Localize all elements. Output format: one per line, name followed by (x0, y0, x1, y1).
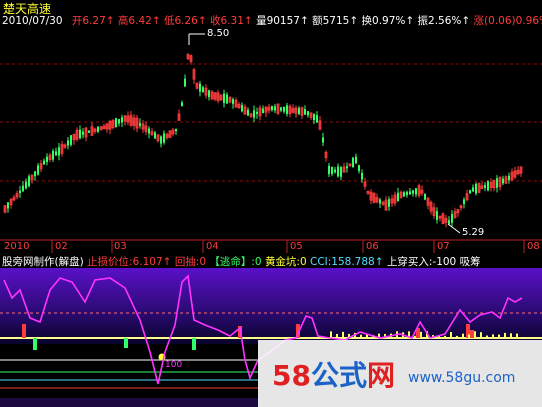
change-pct: 0.96% (515, 15, 542, 27)
turnover-label: 换 (361, 15, 373, 27)
date-tick: 07 (437, 241, 450, 252)
cci-value: CCI:158.788 (310, 256, 375, 268)
low-annotation: 5.29 (462, 227, 485, 238)
change-value: (0.06) (484, 15, 516, 27)
turnover-value: 0.97% (372, 15, 406, 27)
indicator-volume-tick (468, 334, 470, 338)
indicator-volume-tick (330, 331, 332, 338)
watermark-logo: 58公式网 (272, 359, 395, 392)
high-annotation: 8.50 (207, 28, 230, 39)
date-tick: 08 (527, 241, 540, 252)
indicator-title: 股旁网制作(解盘) (2, 256, 84, 268)
indicator-volume-tick (498, 334, 500, 338)
low-label: 低 (163, 15, 175, 27)
date-tick: 03 (114, 241, 127, 252)
date-tick: 02 (55, 241, 68, 252)
watermark: 58公式网 www.58gu.com (258, 340, 542, 407)
golden-pit-value: 黄金坑:0 (264, 256, 307, 268)
amplitude-value: 2.56% (428, 15, 462, 27)
amount-label: 额 (312, 15, 323, 27)
indicator-volume-tick (342, 331, 344, 338)
pullback-value: 回抽:0 (174, 256, 207, 268)
indicator-volume-tick (516, 333, 518, 338)
indicator-lower-band (0, 398, 260, 407)
date-tick: 04 (206, 241, 219, 252)
date-tick: 06 (366, 241, 379, 252)
indicator-volume-tick (486, 335, 488, 338)
indicator-signal-bar (22, 324, 26, 338)
indicator-volume-tick (456, 335, 458, 338)
indicator-info-bar: 股旁网制作(解盘) 止损价位:6.107↑ 回抽:0 【逃命】:0 黄金坑:0 … (2, 256, 481, 268)
indicator-volume-tick (492, 334, 494, 338)
indicator-volume-tick (414, 335, 416, 338)
indicator-point-label: 100 (165, 360, 183, 370)
escape-value: 【逃命】:0 (209, 256, 262, 268)
indicator-volume-tick (510, 333, 512, 338)
indicator-volume-tick (444, 335, 446, 338)
quote-info-bar: 2010/07/30 开6.27↑ 高6.42↑ 低6.26↑ 收6.31↑ 量… (2, 14, 542, 28)
close-label: 收 (210, 15, 221, 27)
amount-value: 5715 (322, 15, 350, 27)
indicator-volume-tick (462, 333, 464, 338)
low-value: 6.26 (174, 15, 198, 27)
watermark-url: www.58gu.com (408, 370, 516, 386)
accumulate-label: 吸筹 (459, 256, 481, 268)
indicator-volume-tick (504, 332, 506, 338)
date-tick: 05 (290, 241, 303, 252)
high-label: 高 (117, 15, 129, 27)
indicator-volume-tick (420, 331, 422, 338)
open-label: 开 (71, 15, 83, 27)
high-value: 6.42 (128, 15, 152, 27)
amplitude-label: 振 (417, 15, 429, 27)
indicator-signal-bar (33, 338, 37, 350)
indicator-volume-tick (360, 334, 362, 338)
indicator-background (0, 268, 542, 344)
indicator-signal-bar (124, 338, 128, 348)
volume-label: 量 (256, 15, 267, 27)
indicator-volume-tick (450, 332, 452, 338)
indicator-signal-bar (192, 338, 196, 350)
open-value: 6.27 (82, 15, 106, 27)
quote-date: 2010/07/30 (2, 15, 63, 27)
change-label: 涨 (473, 15, 485, 27)
indicator-signal-bar (470, 330, 474, 338)
close-value: 6.31 (220, 15, 244, 27)
stop-loss-value: 止损价位:6.107 (87, 256, 163, 268)
date-axis: 2010 02 03 04 05 06 07 08 (0, 241, 542, 253)
indicator-volume-tick (480, 332, 482, 338)
date-tick: 2010 (4, 241, 30, 252)
indicator-volume-tick (336, 333, 338, 338)
indicator-volume-tick (474, 331, 476, 338)
volume-value: 90157 (266, 15, 300, 27)
breakout-buy-value: 上穿买入:-100 (386, 256, 457, 268)
